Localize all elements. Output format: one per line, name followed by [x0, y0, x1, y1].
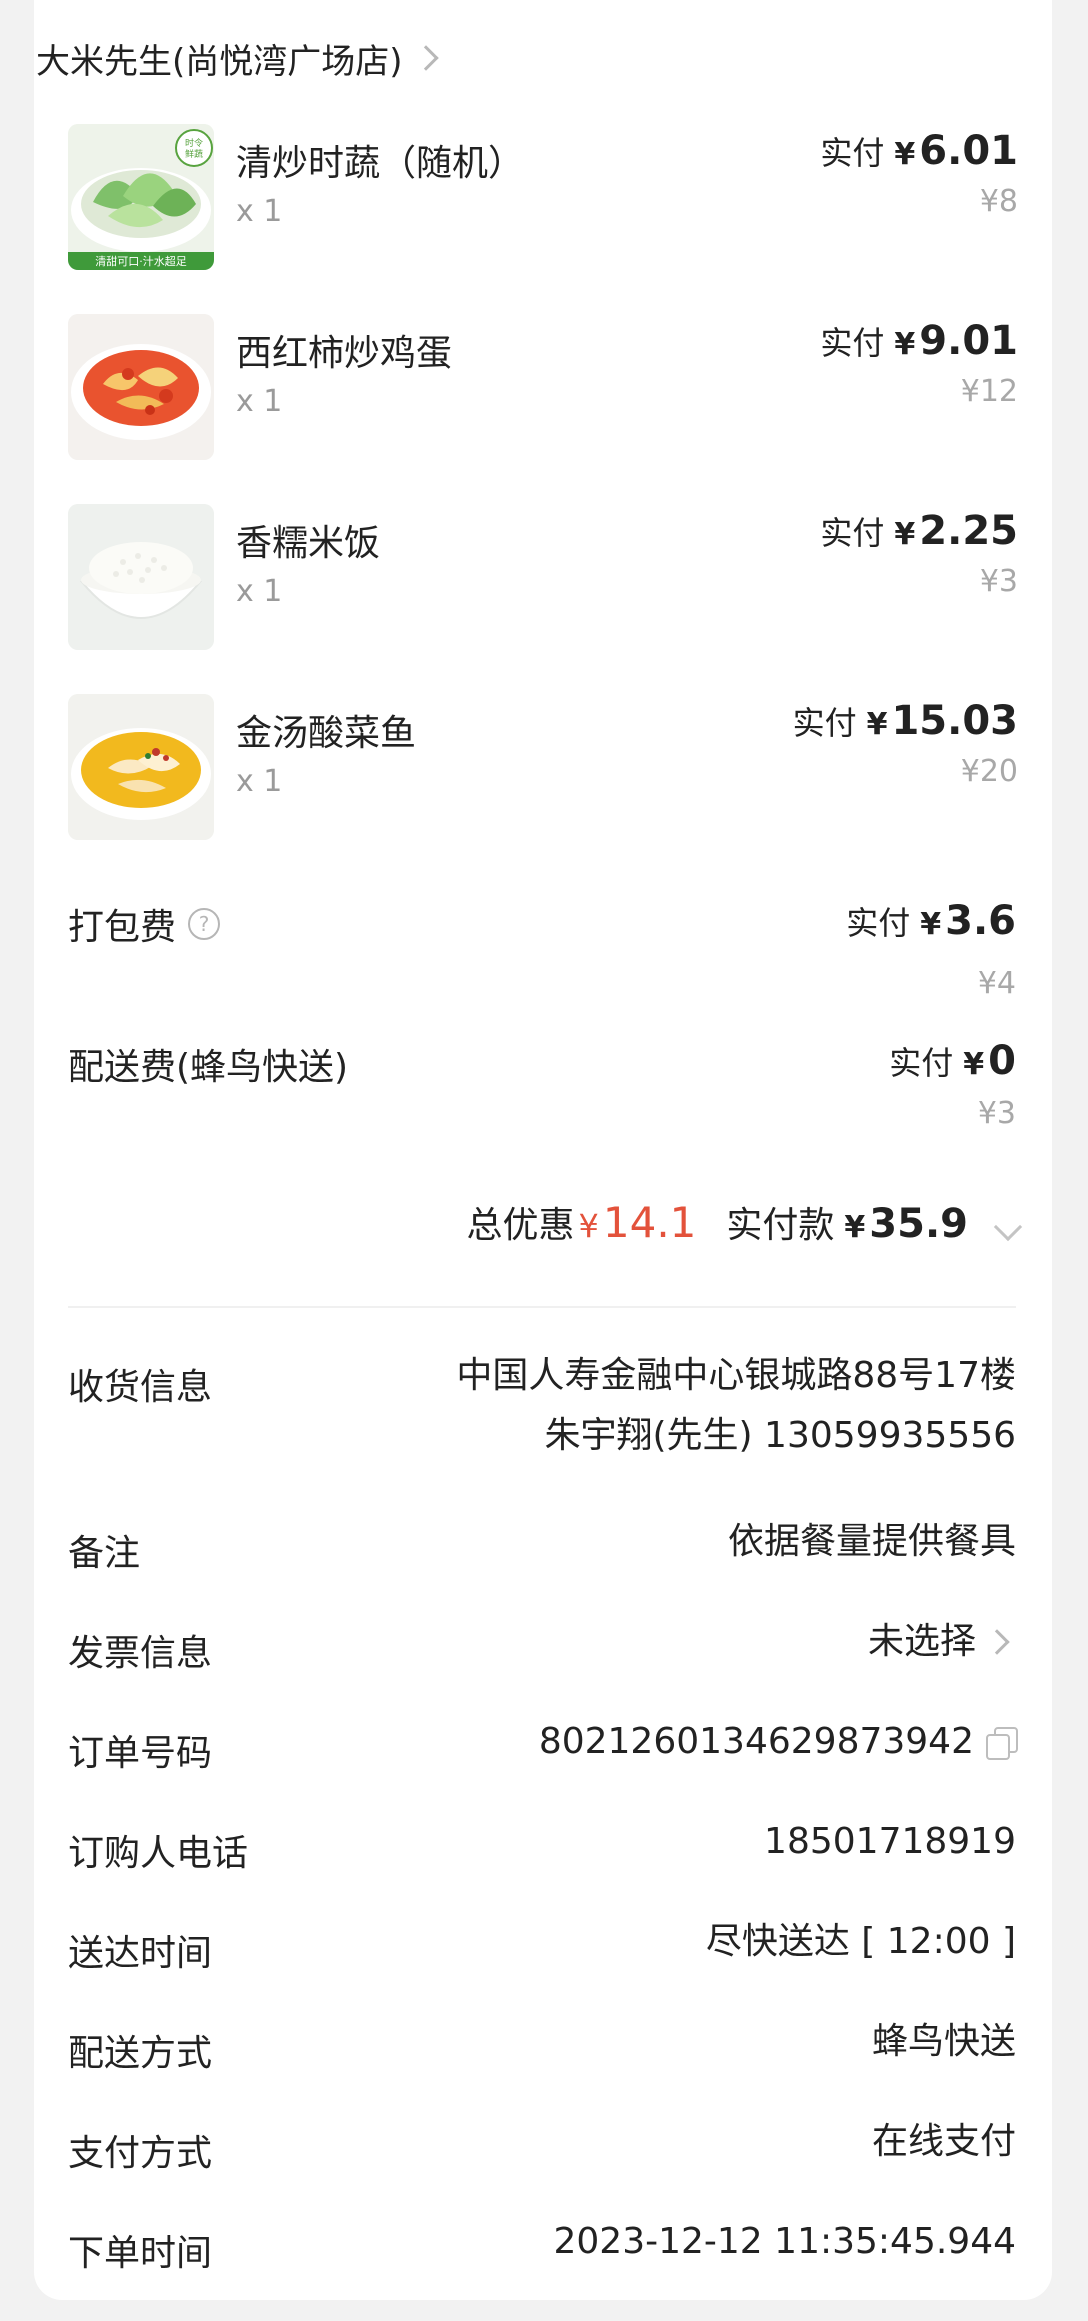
item-qty: x 1 — [236, 764, 283, 799]
chevron-down-icon[interactable] — [993, 1212, 1023, 1242]
item-qty: x 1 — [236, 194, 283, 229]
divider — [68, 1306, 1016, 1308]
delivery-fee-row: 配送费(蜂鸟快送) 实付 ¥ 0 ¥3 — [68, 1038, 1016, 1148]
item-original-price: ¥20 — [960, 754, 1018, 789]
item-image-tomato-egg — [68, 314, 214, 460]
shop-name: 大米先生(尚悦湾广场店) — [36, 41, 403, 82]
item-image-rice — [68, 504, 214, 650]
help-icon[interactable]: ? — [188, 908, 221, 940]
payment-method-value: 在线支付 — [871, 2121, 1016, 2162]
address-value: 中国人寿金融中心银城路88号17楼 朱宇翔(先生) 13059935556 — [456, 1346, 1016, 1466]
delivery-method-row: 配送方式 蜂鸟快送 — [68, 2021, 1016, 2084]
item-name: 香糯米饭 — [236, 523, 381, 564]
fee-paid-price: 实付 ¥ 0 — [889, 1038, 1016, 1084]
item-paid-price: 实付 ¥ 15.03 — [792, 698, 1018, 744]
invoice-value: 未选择 — [868, 1612, 1010, 1672]
order-time-row: 下单时间 2023-12-12 11:35:45.944 — [68, 2221, 1016, 2284]
phone-row: 订购人电话 18501718919 — [68, 1821, 1016, 1884]
item-name: 清炒时蔬（随机） — [236, 143, 525, 184]
list-item[interactable]: 西红柿炒鸡蛋 x 1 实付 ¥ 9.01 ¥12 — [68, 314, 1018, 462]
item-paid-price: 实付 ¥ 6.01 — [820, 128, 1018, 174]
payment-method-row: 支付方式 在线支付 — [68, 2121, 1016, 2184]
item-image-fish-soup — [68, 694, 214, 840]
item-paid-price: 实付 ¥ 2.25 — [820, 508, 1018, 554]
phone-value: 18501718919 — [764, 1821, 1016, 1862]
item-original-price: ¥8 — [979, 184, 1018, 219]
info-label: 支付方式 — [68, 2133, 213, 2174]
item-original-price: ¥3 — [979, 564, 1018, 599]
info-label: 下单时间 — [68, 2233, 213, 2274]
item-qty: x 1 — [236, 384, 283, 419]
order-number-value: 8021260134629873942 — [539, 1712, 1018, 1772]
info-label: 发票信息 — [68, 1633, 213, 1674]
address-line: 中国人寿金融中心银城路88号17楼 — [456, 1355, 1016, 1396]
paid-currency: ¥ — [844, 1210, 866, 1245]
fee-paid-price: 实付 ¥ 3.6 — [846, 898, 1016, 944]
fee-label: 配送费(蜂鸟快送) — [68, 1047, 349, 1088]
fee-original-price: ¥3 — [977, 1096, 1016, 1131]
badge-top-line1: 时令 — [185, 137, 203, 149]
copy-icon[interactable] — [986, 1727, 1018, 1760]
invoice-row[interactable]: 发票信息 未选择 — [68, 1621, 1016, 1684]
list-item[interactable]: 金汤酸菜鱼 x 1 实付 ¥ 15.03 ¥20 — [68, 694, 1018, 842]
item-original-price: ¥12 — [960, 374, 1018, 409]
paid-label: 实付款 — [726, 1205, 835, 1246]
delivery-method-value: 蜂鸟快送 — [871, 2021, 1016, 2062]
info-label: 配送方式 — [68, 2033, 213, 2074]
discount-amount: 14.1 — [602, 1198, 697, 1247]
item-name: 金汤酸菜鱼 — [236, 713, 417, 754]
packaging-fee-row: 打包费 ? 实付 ¥ 3.6 ¥4 — [68, 898, 1016, 1008]
fee-label: 打包费 ? — [68, 898, 221, 950]
badge-bottom: 清甜可口·汁水超足 — [95, 254, 187, 268]
paid-amount: 35.9 — [869, 1201, 968, 1247]
list-item[interactable]: 时令 鲜蔬 清甜可口·汁水超足 清炒时蔬（随机） x 1 实付 ¥ 6.01 ¥… — [68, 124, 1018, 272]
note-row: 备注 依据餐量提供餐具 — [68, 1521, 1016, 1584]
item-image-greens: 时令 鲜蔬 清甜可口·汁水超足 — [68, 124, 214, 270]
order-number-row: 订单号码 8021260134629873942 — [68, 1721, 1018, 1784]
delivery-time-value: 尽快送达 [ 12:00 ] — [705, 1921, 1016, 1962]
note-value: 依据餐量提供餐具 — [727, 1521, 1016, 1562]
item-name: 西红柿炒鸡蛋 — [236, 333, 453, 374]
discount-currency: ¥ — [578, 1207, 599, 1245]
fee-original-price: ¥4 — [977, 966, 1016, 1001]
address-row: 收货信息 中国人寿金融中心银城路88号17楼 朱宇翔(先生) 130599355… — [68, 1355, 1016, 1478]
chevron-right-icon — [984, 1629, 1010, 1655]
chevron-right-icon — [412, 45, 439, 71]
delivery-time-row: 送达时间 尽快送达 [ 12:00 ] — [68, 1921, 1016, 1984]
badge-top-line2: 鲜蔬 — [185, 148, 203, 160]
shop-link[interactable]: 大米先生(尚悦湾广场店) — [36, 30, 439, 86]
info-label: 收货信息 — [68, 1367, 213, 1408]
order-time-value: 2023-12-12 11:35:45.944 — [553, 2221, 1017, 2262]
order-totals[interactable]: 总优惠 ¥ 14.1 实付款 ¥ 35.9 — [466, 1196, 1023, 1248]
info-label: 送达时间 — [68, 1933, 213, 1974]
info-label: 备注 — [68, 1533, 141, 1574]
recipient-line: 朱宇翔(先生) 13059935556 — [544, 1415, 1016, 1456]
item-paid-price: 实付 ¥ 9.01 — [820, 318, 1018, 364]
info-label: 订单号码 — [68, 1733, 213, 1774]
list-item[interactable]: 香糯米饭 x 1 实付 ¥ 2.25 ¥3 — [68, 504, 1018, 652]
info-label: 订购人电话 — [68, 1833, 249, 1874]
discount-label: 总优惠 — [466, 1205, 575, 1246]
item-qty: x 1 — [236, 574, 283, 609]
